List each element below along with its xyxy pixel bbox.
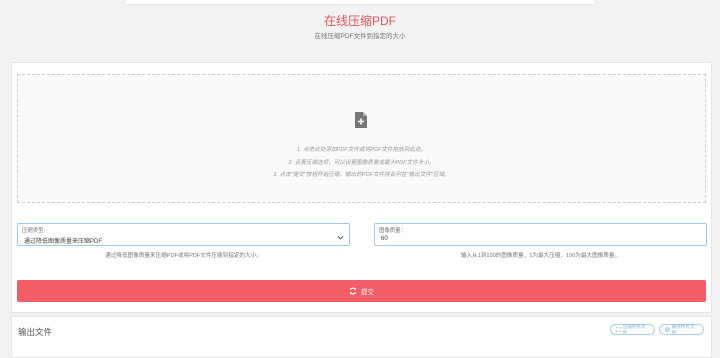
delete-all-button[interactable]: 删除所有文件	[659, 324, 704, 335]
compression-type-help: 通过降低图像质量来压缩PDF或将PDF文件压缩到指定的大小。	[105, 253, 262, 259]
compression-type-label: 压缩类型:	[22, 228, 46, 234]
compress-all-label: 压缩所有文件	[622, 323, 646, 335]
compression-type-value: 通过降低图像质量来压缩PDF	[24, 239, 103, 245]
delete-all-label: 删除所有文件	[671, 323, 695, 335]
pdf-dropzone[interactable]: 1. 点击此处添加PDF文件或将PDF文件拖放到此处。 2. 设置压缩选项，可以…	[17, 74, 706, 203]
instruction-3: 3. 点击"提交"按钮开始压缩，输出的PDF文件将会列在"输出文件"区域。	[273, 172, 450, 178]
chevron-down-icon	[337, 235, 344, 240]
output-panel: 输出文件 压缩所有文件 删除所有文件	[11, 316, 712, 358]
output-title: 输出文件	[18, 327, 53, 337]
submit-button[interactable]: 提交	[17, 280, 706, 302]
image-quality-input[interactable]: 图像质量： 60	[374, 223, 707, 246]
file-plus-icon	[355, 112, 367, 128]
compress-all-button[interactable]: 压缩所有文件	[610, 324, 655, 335]
image-quality-label: 图像质量：	[379, 228, 406, 234]
page-title: 在线压缩PDF	[323, 14, 396, 28]
compression-type-select[interactable]: 压缩类型: 通过降低图像质量来压缩PDF	[17, 223, 350, 246]
main-card: 1. 点击此处添加PDF文件或将PDF文件拖放到此处。 2. 设置压缩选项，可以…	[11, 62, 712, 313]
top-strip	[126, 0, 594, 5]
instruction-1: 1. 点击此处添加PDF文件或将PDF文件拖放到此处。	[296, 147, 427, 153]
page-subtitle: 在线压缩PDF文件到指定的大小	[314, 33, 406, 40]
image-quality-help: 输入从1到100的图像质量，1为最大压缩，100为最大图像质量。	[460, 253, 621, 259]
instruction-2: 2. 设置压缩选项，可以设置图像质量或最大PDF文件大小。	[288, 160, 435, 166]
submit-label: 提交	[361, 289, 374, 296]
image-quality-value: 60	[381, 236, 388, 242]
close-circle-icon	[665, 327, 670, 332]
expand-icon	[616, 327, 621, 332]
refresh-icon	[349, 287, 357, 295]
